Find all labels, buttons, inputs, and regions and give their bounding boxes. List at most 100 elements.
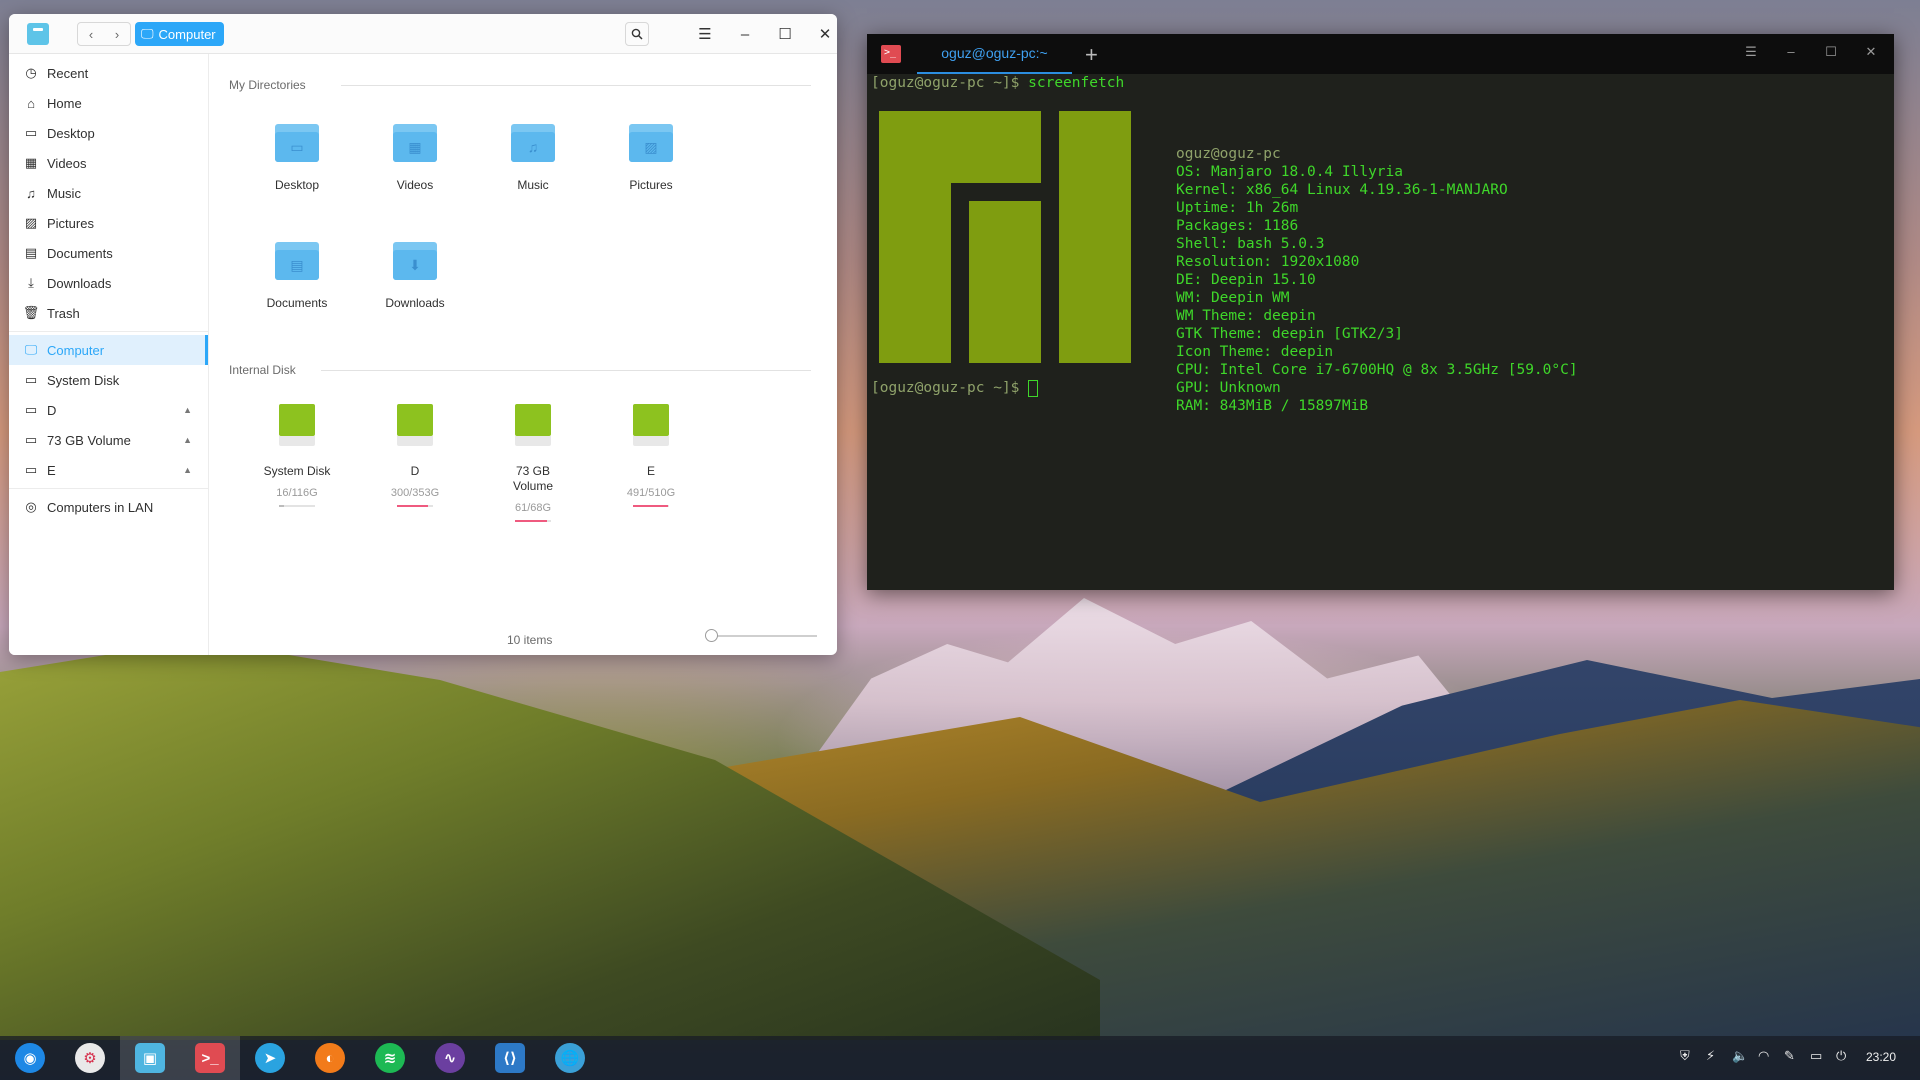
screenfetch-key: Resolution: bbox=[1176, 254, 1273, 270]
folder-music[interactable]: ♫ Music bbox=[478, 124, 588, 193]
forward-button[interactable]: › bbox=[104, 23, 130, 45]
system-monitor-icon[interactable]: ∿ bbox=[435, 1043, 465, 1073]
slider-handle[interactable] bbox=[705, 629, 718, 642]
spotify-icon[interactable]: ≋ bbox=[375, 1043, 405, 1073]
close-button[interactable]: ✕ bbox=[813, 22, 837, 46]
terminal-minimize-button[interactable]: – bbox=[1781, 44, 1801, 59]
folder-downloads[interactable]: ⬇ Downloads bbox=[360, 242, 470, 311]
sidebar-item-documents[interactable]: ▤ Documents bbox=[9, 238, 208, 268]
navigation-buttons: ‹ › bbox=[77, 22, 131, 46]
menu-button[interactable]: ☰ bbox=[693, 22, 717, 46]
folder-icon: ▤ bbox=[275, 242, 319, 280]
sidebar-item-pictures[interactable]: ▨ Pictures bbox=[9, 208, 208, 238]
eject-icon[interactable]: ▲ bbox=[183, 465, 192, 475]
sidebar-item-d[interactable]: ▭ D ▲ bbox=[9, 395, 208, 425]
folder-pictures[interactable]: ▨ Pictures bbox=[596, 124, 706, 193]
disk-icon: ▭ bbox=[24, 462, 38, 477]
terminal-window: >_ oguz@oguz-pc:~ + ☰ – ☐ ✕ [oguz@oguz-p… bbox=[867, 34, 1894, 590]
screenfetch-value: Unknown bbox=[1219, 380, 1281, 396]
terminal-icon[interactable]: >_ bbox=[195, 1043, 225, 1073]
disk-d[interactable]: D 300/353G bbox=[360, 404, 470, 507]
sidebar-divider bbox=[9, 331, 208, 332]
icon-size-slider[interactable] bbox=[705, 629, 817, 642]
wifi-icon[interactable]: ◠ bbox=[1758, 1048, 1769, 1064]
folder-glyph: ▭ bbox=[275, 132, 319, 162]
new-tab-button[interactable]: + bbox=[1085, 42, 1098, 68]
breadcrumb[interactable]: 🖵 Computer bbox=[135, 22, 224, 46]
eject-icon[interactable]: ▲ bbox=[183, 435, 192, 445]
screenfetch-key: GTK Theme: bbox=[1176, 326, 1264, 342]
disk-icon: ▭ bbox=[24, 372, 38, 387]
screenfetch-line: Uptime: 1h 26m bbox=[1176, 199, 1578, 217]
battery-icon[interactable]: ▭ bbox=[1810, 1048, 1822, 1064]
eject-icon[interactable]: ▲ bbox=[183, 405, 192, 415]
terminal-tab[interactable]: oguz@oguz-pc:~ bbox=[917, 34, 1072, 74]
sidebar-item-label: Pictures bbox=[47, 215, 94, 231]
search-button[interactable] bbox=[625, 22, 649, 46]
power-icon[interactable]: ⏻ bbox=[1836, 1048, 1846, 1064]
terminal-prompt: [oguz@oguz-pc ~]$ bbox=[871, 75, 1020, 91]
folder-videos[interactable]: ▦ Videos bbox=[360, 124, 470, 193]
pen-icon[interactable]: ✎ bbox=[1784, 1048, 1795, 1064]
disk-usage: 300/353G bbox=[390, 487, 440, 499]
clock[interactable]: 23:20 bbox=[1866, 1050, 1896, 1064]
screenfetch-key: Uptime: bbox=[1176, 200, 1238, 216]
search-icon bbox=[631, 28, 643, 40]
sidebar-item-recent[interactable]: ◷ Recent bbox=[9, 58, 208, 88]
sidebar-item-desktop[interactable]: ▭ Desktop bbox=[9, 118, 208, 148]
screenfetch-value: 1186 bbox=[1263, 218, 1299, 234]
vscode-icon[interactable]: ⟨⟩ bbox=[495, 1043, 525, 1073]
screenfetch-value: Deepin 15.10 bbox=[1210, 272, 1316, 288]
folder-desktop[interactable]: ▭ Desktop bbox=[242, 124, 352, 193]
screenfetch-line: Shell: bash 5.0.3 bbox=[1176, 235, 1578, 253]
usb-icon[interactable]: ⚡ bbox=[1706, 1048, 1715, 1064]
disk-e[interactable]: E 491/510G bbox=[596, 404, 706, 507]
sidebar-item-videos[interactable]: ▦ Videos bbox=[9, 148, 208, 178]
manjaro-logo bbox=[1059, 111, 1131, 363]
terminal-input-line[interactable]: [oguz@oguz-pc ~]$ bbox=[871, 379, 1039, 397]
folder-documents[interactable]: ▤ Documents bbox=[242, 242, 352, 311]
sidebar-item-music[interactable]: ♫ Music bbox=[9, 178, 208, 208]
minimize-button[interactable]: – bbox=[733, 22, 757, 46]
screenfetch-value: oguz@oguz-pc bbox=[1176, 146, 1281, 162]
shield-icon[interactable]: ⛨ bbox=[1680, 1048, 1690, 1064]
screenfetch-value: 1h 26m bbox=[1245, 200, 1299, 216]
sidebar-item-73-gb-volume[interactable]: ▭ 73 GB Volume ▲ bbox=[9, 425, 208, 455]
file-manager-icon[interactable]: ▣ bbox=[135, 1043, 165, 1073]
terminal-maximize-button[interactable]: ☐ bbox=[1821, 44, 1841, 60]
terminal-cursor bbox=[1028, 379, 1039, 397]
sidebar-item-label: Computers in LAN bbox=[47, 499, 154, 515]
maximize-button[interactable]: ☐ bbox=[773, 22, 797, 46]
firefox-icon[interactable]: ◐ bbox=[315, 1043, 345, 1073]
sidebar-item-computer[interactable]: 🖵 Computer bbox=[9, 335, 208, 365]
disk-73-gb-volume[interactable]: 73 GB Volume 61/68G bbox=[478, 404, 588, 522]
back-button[interactable]: ‹ bbox=[78, 23, 104, 45]
document-icon: ▤ bbox=[24, 245, 38, 260]
screenfetch-line: OS: Manjaro 18.0.4 Illyria bbox=[1176, 163, 1578, 181]
sidebar-item-trash[interactable]: 🗑 Trash bbox=[9, 298, 208, 328]
disk-system-disk[interactable]: System Disk 16/116G bbox=[242, 404, 352, 507]
sidebar-item-downloads[interactable]: ⤓ Downloads bbox=[9, 268, 208, 298]
browser-globe-icon[interactable]: 🌐 bbox=[555, 1043, 585, 1073]
launcher-icon[interactable]: ◉ bbox=[15, 1043, 45, 1073]
volume-icon[interactable]: 🔈 bbox=[1732, 1048, 1748, 1064]
terminal-close-button[interactable]: ✕ bbox=[1861, 44, 1881, 60]
close-icon: ✕ bbox=[818, 26, 832, 43]
screenfetch-value: bash 5.0.3 bbox=[1237, 236, 1325, 252]
drive-icon bbox=[279, 404, 315, 448]
screenfetch-line: WM Theme: deepin bbox=[1176, 307, 1578, 325]
trash-icon: 🗑 bbox=[22, 305, 40, 320]
settings-icon[interactable]: ⚙ bbox=[75, 1043, 105, 1073]
folder-label: Documents bbox=[266, 296, 328, 310]
computer-icon: 🖵 bbox=[141, 26, 154, 41]
sidebar-item-computers-in-lan[interactable]: ◎ Computers in LAN bbox=[9, 492, 208, 522]
terminal-menu-button[interactable]: ☰ bbox=[1741, 44, 1761, 60]
sidebar-item-system-disk[interactable]: ▭ System Disk bbox=[9, 365, 208, 395]
sidebar-item-label: Recent bbox=[47, 65, 89, 81]
screenfetch-value: Manjaro 18.0.4 Illyria bbox=[1210, 164, 1403, 180]
sidebar-item-home[interactable]: ⌂ Home bbox=[9, 88, 208, 118]
telegram-icon[interactable]: ➤ bbox=[255, 1043, 285, 1073]
folder-label: Desktop bbox=[274, 178, 320, 192]
screenfetch-output: oguz@oguz-pc OS: Manjaro 18.0.4 Illyria Ke… bbox=[1176, 145, 1578, 415]
sidebar-item-e[interactable]: ▭ E ▲ bbox=[9, 455, 208, 485]
